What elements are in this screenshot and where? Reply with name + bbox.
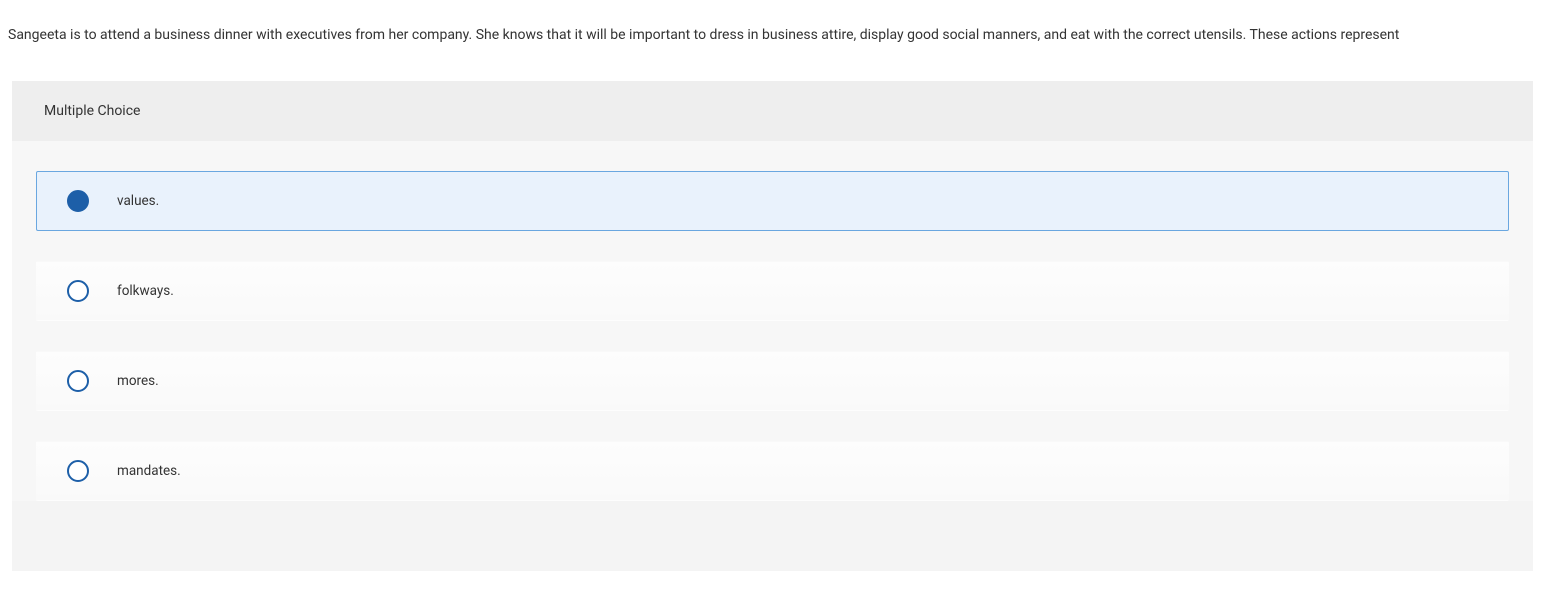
- options-area: values. folkways. mores. mandates.: [12, 141, 1533, 501]
- option-label: folkways.: [117, 283, 174, 299]
- option-folkways[interactable]: folkways.: [36, 261, 1509, 321]
- option-values[interactable]: values.: [36, 171, 1509, 231]
- question-type-label: Multiple Choice: [12, 81, 1533, 141]
- radio-icon: [67, 370, 89, 392]
- question-text: Sangeeta is to attend a business dinner …: [0, 0, 1545, 66]
- radio-icon: [67, 460, 89, 482]
- option-mores[interactable]: mores.: [36, 351, 1509, 411]
- radio-icon: [67, 190, 89, 212]
- option-mandates[interactable]: mandates.: [36, 441, 1509, 501]
- option-label: mores.: [117, 373, 159, 389]
- option-label: values.: [117, 193, 159, 209]
- radio-icon: [67, 280, 89, 302]
- quiz-container: Multiple Choice values. folkways. mores.…: [12, 81, 1533, 571]
- option-label: mandates.: [117, 463, 181, 479]
